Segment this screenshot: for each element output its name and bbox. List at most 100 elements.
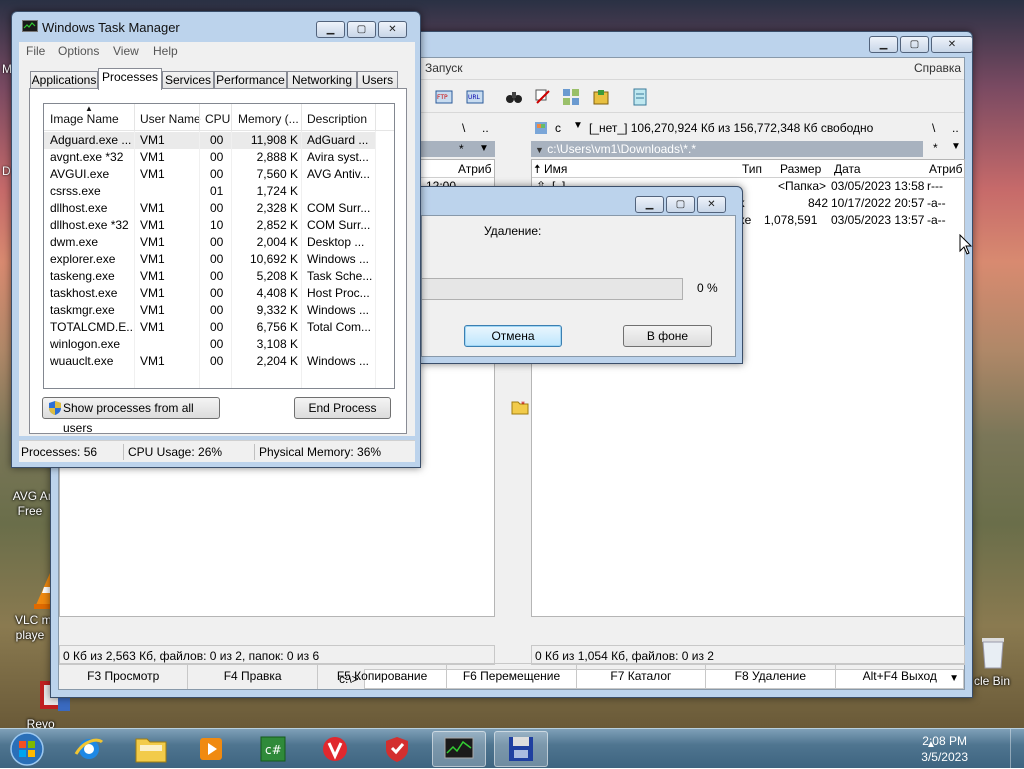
process-row[interactable]: avgnt.exe *32 VM1 00 2,888 K Avira syst... <box>44 149 376 166</box>
col-size[interactable]: Размер <box>780 160 821 178</box>
taskbar-csharp[interactable]: c# <box>246 731 300 767</box>
show-all-processes-button[interactable]: Show processes from all users <box>42 397 220 435</box>
col-user-name[interactable]: User Name <box>140 112 201 126</box>
tab-services[interactable]: Services <box>162 71 214 89</box>
cancel-button[interactable]: Отмена <box>464 325 562 347</box>
taskbar-totalcmd[interactable] <box>494 731 548 767</box>
process-cpu: 00 <box>210 354 224 368</box>
left-col-attr[interactable]: Атриб <box>458 160 492 178</box>
tab-processes[interactable]: Processes <box>98 68 162 90</box>
col-type[interactable]: Тип <box>742 160 762 178</box>
menu-file[interactable]: File <box>26 44 45 58</box>
minimize-button[interactable]: ▁ <box>635 196 664 213</box>
f5-copy-button[interactable]: F5 Копирование <box>318 664 448 689</box>
left-parent-button[interactable]: .. <box>482 121 489 135</box>
close-button[interactable]: ✕ <box>931 36 973 53</box>
taskbar-taskmgr[interactable] <box>432 731 486 767</box>
taskbar-ie[interactable] <box>62 731 116 767</box>
process-row[interactable]: dwm.exe VM1 00 2,004 K Desktop ... <box>44 234 376 251</box>
right-root-button[interactable]: \ <box>932 121 935 135</box>
drive-select[interactable]: c <box>555 121 561 135</box>
process-row[interactable]: winlogon.exe 00 3,108 K <box>44 336 376 353</box>
col-cpu[interactable]: CPU <box>205 112 230 126</box>
process-user: VM1 <box>140 150 165 164</box>
background-button[interactable]: В фоне <box>623 325 712 347</box>
ftp-icon[interactable]: FTP <box>435 88 453 106</box>
col-name[interactable]: Имя <box>544 160 567 178</box>
process-row[interactable]: Adguard.exe ... VM1 00 11,908 K AdGuard ... <box>44 132 376 149</box>
delete-progress-bar <box>422 278 683 300</box>
col-attr[interactable]: Атриб <box>929 160 963 178</box>
menu-options[interactable]: Options <box>58 44 99 58</box>
process-row[interactable]: explorer.exe VM1 00 10,692 K Windows ... <box>44 251 376 268</box>
dialog-caption-buttons: ▁ ▢ ✕ <box>635 196 726 213</box>
left-filter[interactable]: * <box>459 141 464 157</box>
url-icon[interactable]: URL <box>466 88 484 106</box>
close-button[interactable]: ✕ <box>697 196 726 213</box>
altf4-exit-button[interactable]: Alt+F4 Выход <box>836 664 964 689</box>
taskbar-explorer[interactable] <box>124 731 178 767</box>
process-row[interactable]: dllhost.exe *32 VM1 10 2,852 K COM Surr... <box>44 217 376 234</box>
process-list[interactable]: Image Name ▲ User Name CPU Memory (... D… <box>43 103 395 389</box>
f8-delete-button[interactable]: F8 Удаление <box>706 664 836 689</box>
menu-view[interactable]: View <box>113 44 139 58</box>
right-path-bar[interactable]: ▼ c:\Users\vm1\Downloads\*.* <box>531 141 923 157</box>
function-key-bar: F3 Просмотр F4 Правка F5 Копирование F6 … <box>59 663 964 689</box>
pack-icon[interactable] <box>592 88 610 106</box>
start-button[interactable] <box>2 731 52 767</box>
f4-edit-button[interactable]: F4 Правка <box>188 664 318 689</box>
f3-view-button[interactable]: F3 Просмотр <box>59 664 189 689</box>
process-desc: Desktop ... <box>307 235 365 249</box>
col-description[interactable]: Description <box>307 112 367 126</box>
taskbar-adguard[interactable] <box>370 731 424 767</box>
menu-help[interactable]: Справка <box>914 61 961 75</box>
minimize-button[interactable]: ▁ <box>316 21 345 38</box>
dialog-body: Удаление: 0 % Отмена В фоне <box>421 215 736 357</box>
file-size: 1,078,591 <box>764 213 818 227</box>
new-folder-icon[interactable]: * <box>511 399 529 415</box>
close-button[interactable]: ✕ <box>378 21 407 38</box>
minimize-button[interactable]: ▁ <box>869 36 898 53</box>
process-user: VM1 <box>140 167 165 181</box>
end-process-button[interactable]: End Process <box>294 397 391 419</box>
left-root-button[interactable]: \ <box>462 121 465 135</box>
process-mem: 2,328 K <box>256 201 298 215</box>
maximize-button[interactable]: ▢ <box>900 36 929 53</box>
process-row[interactable]: taskhost.exe VM1 00 4,408 K Host Proc... <box>44 285 376 302</box>
tab-performance[interactable]: Performance <box>214 71 287 89</box>
process-row[interactable]: dllhost.exe VM1 00 2,328 K COM Surr... <box>44 200 376 217</box>
right-filter[interactable]: * <box>933 141 938 155</box>
binoculars-icon[interactable] <box>505 88 523 106</box>
sync-dirs-icon[interactable] <box>562 88 580 106</box>
maximize-button[interactable]: ▢ <box>666 196 695 213</box>
right-parent-button[interactable]: .. <box>952 121 959 135</box>
tab-networking[interactable]: Networking <box>287 71 357 89</box>
file-size: 842 <box>808 196 829 210</box>
menu-help[interactable]: Help <box>153 44 178 58</box>
f7-mkdir-button[interactable]: F7 Каталог <box>577 664 707 689</box>
taskbar-media[interactable] <box>184 731 238 767</box>
tab-users[interactable]: Users <box>357 71 398 89</box>
maximize-button[interactable]: ▢ <box>347 21 376 38</box>
col-memory[interactable]: Memory (... <box>238 112 299 126</box>
path-history-arrow-icon[interactable]: ▼ <box>535 145 544 155</box>
col-image-name[interactable]: Image Name <box>50 112 119 126</box>
left-history-arrow[interactable]: ▼ <box>479 141 489 157</box>
process-row[interactable]: csrss.exe 01 1,724 K <box>44 183 376 200</box>
tab-applications[interactable]: Applications <box>30 71 98 89</box>
show-desktop-button[interactable] <box>1010 729 1024 769</box>
process-row[interactable]: AVGUI.exe VM1 00 7,560 K AVG Antiv... <box>44 166 376 183</box>
col-date[interactable]: Дата <box>834 160 861 178</box>
process-row[interactable]: wuauclt.exe VM1 00 2,204 K Windows ... <box>44 353 376 370</box>
process-row[interactable]: taskmgr.exe VM1 00 9,332 K Windows ... <box>44 302 376 319</box>
f6-move-button[interactable]: F6 Перемещение <box>447 664 577 689</box>
process-row[interactable]: taskeng.exe VM1 00 5,208 K Task Sche... <box>44 268 376 285</box>
notepad-icon[interactable] <box>631 88 649 106</box>
taskbar-clock[interactable]: 2:08 PM 3/5/2023 <box>921 733 968 765</box>
right-history-arrow[interactable]: ▼ <box>951 141 961 152</box>
taskbar-vivaldi[interactable] <box>308 731 362 767</box>
menu-start[interactable]: Запуск <box>425 61 463 75</box>
multi-rename-icon[interactable] <box>534 88 552 106</box>
drive-dropdown-icon[interactable]: ▼ <box>573 120 583 131</box>
process-row[interactable]: TOTALCMD.E... VM1 00 6,756 K Total Com... <box>44 319 376 336</box>
